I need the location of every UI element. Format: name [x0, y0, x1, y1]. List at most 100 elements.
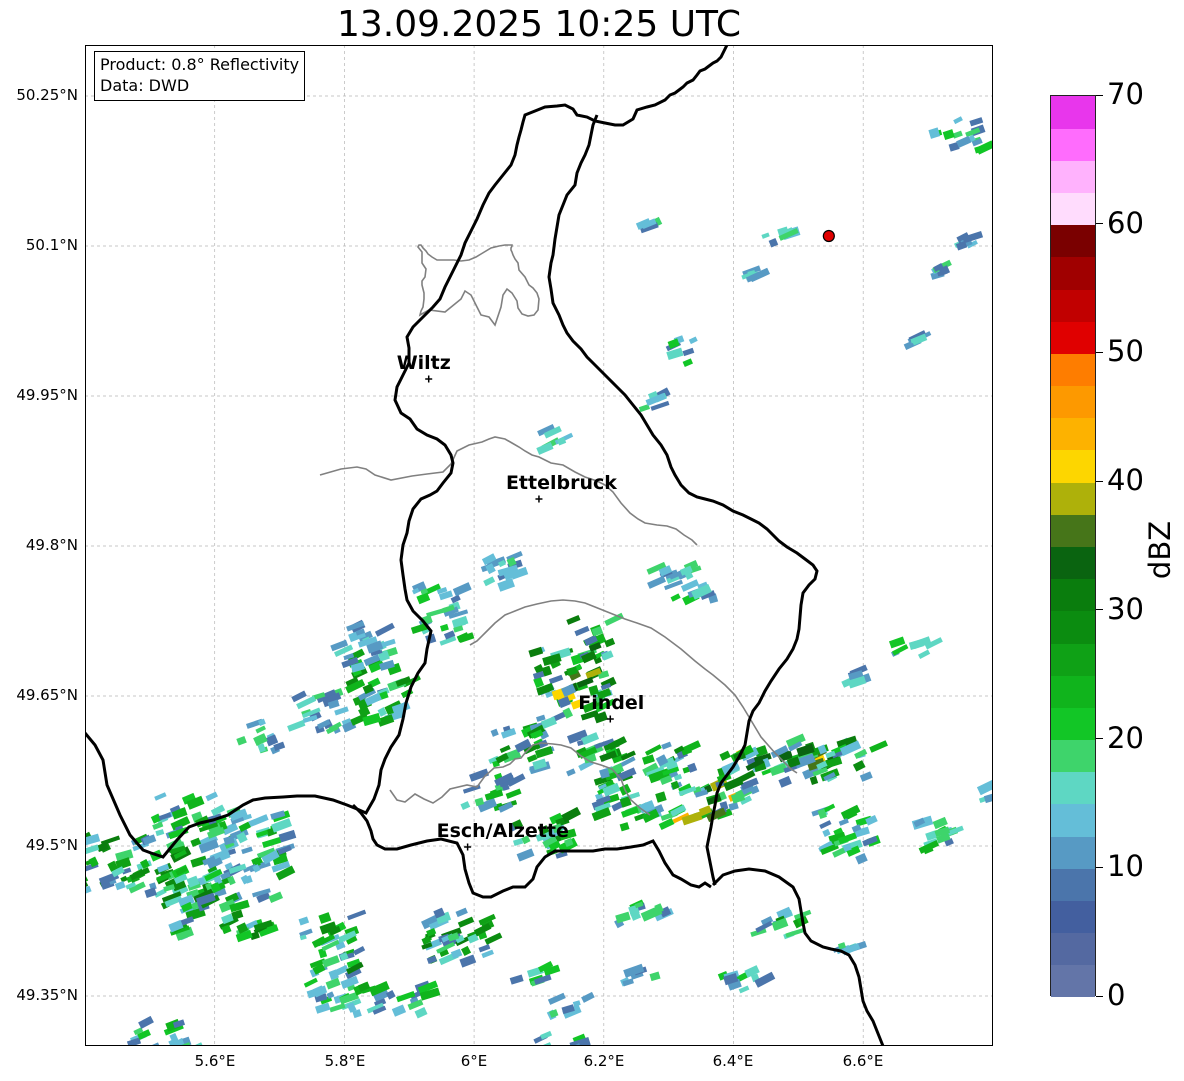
colorbar-tick-label: 10	[1107, 849, 1144, 884]
colorbar-segment	[1051, 449, 1095, 483]
echo-cell	[682, 347, 695, 357]
colorbar-segment	[1051, 964, 1095, 998]
echo-cell	[615, 911, 631, 924]
echo-cell	[248, 814, 269, 828]
city-label-wiltz: Wiltz	[396, 352, 451, 374]
echo-cell	[426, 955, 437, 964]
echo-cell	[688, 336, 698, 345]
colorbar-segment	[1051, 836, 1095, 869]
echo-cell	[278, 829, 297, 843]
colorbar-tick	[1096, 480, 1103, 482]
colorbar-segment	[1051, 675, 1095, 708]
echo-cell	[85, 885, 92, 898]
border-luxembourg-west	[85, 45, 729, 859]
lat-tick-label: 49.35°N	[16, 986, 78, 1004]
colorbar-segment	[1051, 514, 1095, 547]
colorbar-tick	[1096, 609, 1103, 611]
lon-tick-label: 6.4°E	[712, 1052, 754, 1070]
lat-tick-label: 50.25°N	[16, 86, 78, 104]
echo-cell	[241, 846, 253, 855]
border-germany-france-east	[711, 867, 885, 1046]
colorbar-tick	[1096, 995, 1103, 997]
echo-cell	[604, 637, 616, 648]
echo-cell	[287, 719, 306, 732]
colorbar-segment	[1051, 932, 1095, 966]
echo-cell	[809, 775, 819, 785]
colorbar-tick	[1096, 351, 1103, 353]
colorbar-segment	[1051, 707, 1095, 741]
colorbar-segment	[1051, 224, 1095, 258]
map-canvas	[85, 45, 993, 1046]
map-title: 13.09.2025 10:25 UTC	[336, 4, 742, 45]
colorbar-tick-label: 40	[1107, 463, 1144, 498]
colorbar-tick-label: 50	[1107, 334, 1144, 369]
lon-tick-label: 5.8°E	[324, 1052, 366, 1070]
echo-cell	[655, 791, 667, 803]
colorbar-tick-label: 70	[1107, 77, 1144, 111]
echo-cell	[484, 932, 503, 945]
echo-cell	[682, 358, 693, 368]
echo-cell	[574, 625, 590, 637]
echo-cell	[303, 977, 318, 988]
colorbar-segment	[1051, 289, 1095, 322]
echo-cell	[499, 745, 511, 754]
echo-cell	[347, 909, 367, 921]
colorbar-segment	[1051, 160, 1095, 194]
colorbar-segment	[1051, 321, 1095, 354]
colorbar-segment	[1051, 353, 1095, 387]
echo-cell	[483, 576, 496, 587]
colorbar-segment	[1051, 900, 1095, 934]
echo-cell	[956, 135, 972, 148]
echo-cell	[547, 992, 566, 1005]
echo-cell	[526, 754, 538, 763]
city-crosshair	[425, 375, 433, 383]
lon-tick-label: 6.2°E	[583, 1052, 625, 1070]
colorbar-tick	[1096, 866, 1103, 868]
radar-map[interactable]	[85, 45, 993, 1046]
echo-cell	[822, 828, 831, 837]
echo-cell	[859, 771, 873, 782]
echo-cell	[268, 891, 284, 904]
echo-cell	[385, 990, 396, 1000]
echo-cell	[918, 649, 931, 659]
echo-cell	[329, 1003, 346, 1013]
city-label-esch-alzette: Esch/Alzette	[436, 820, 569, 842]
colorbar-segment	[1051, 192, 1095, 226]
echo-cell	[670, 593, 681, 602]
lat-tick-label: 50.1°N	[25, 236, 78, 254]
city-label-findel: Findel	[578, 692, 645, 714]
colorbar-segment	[1051, 610, 1095, 644]
echo-cell	[426, 607, 447, 618]
city-crosshair	[606, 715, 614, 723]
colorbar-segment	[1051, 417, 1095, 451]
echo-cell	[645, 744, 662, 756]
echo-cell	[533, 974, 552, 985]
echo-cell	[969, 117, 984, 127]
echo-cell	[205, 791, 218, 802]
echo-cell	[619, 822, 630, 832]
echo-cell	[455, 907, 468, 918]
echo-cell	[548, 674, 564, 685]
echo-cell	[374, 622, 395, 637]
echo-cell	[100, 835, 121, 846]
echo-cell	[461, 945, 472, 957]
echo-cell	[457, 916, 475, 928]
echo-cell	[478, 944, 491, 953]
echo-cell	[150, 1042, 162, 1046]
echo-cell	[452, 582, 472, 597]
colorbar-tick-label: 30	[1107, 591, 1144, 626]
echo-cell	[334, 706, 349, 716]
echo-cell	[942, 129, 955, 141]
echo-cell	[509, 974, 524, 985]
echo-cell	[869, 740, 888, 753]
echo-cell	[647, 575, 667, 589]
city-label-ettelbruck: Ettelbruck	[505, 472, 617, 494]
lat-tick-label: 49.65°N	[16, 686, 78, 704]
lat-tick-label: 49.5°N	[25, 836, 78, 854]
lat-tick-label: 49.8°N	[25, 536, 78, 554]
echo-cell	[516, 848, 535, 862]
echo-cell	[298, 916, 310, 926]
colorbar-segment	[1051, 803, 1095, 837]
echo-cell	[255, 725, 267, 734]
lon-tick-label: 6.6°E	[842, 1052, 884, 1070]
